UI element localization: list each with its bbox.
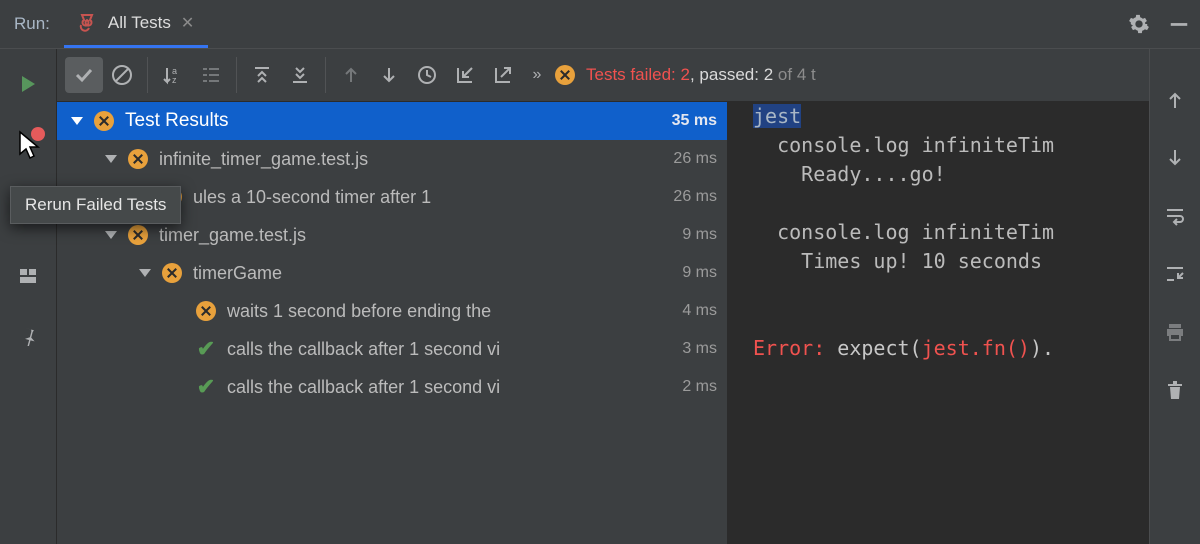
tree-node-duration: 3 ms <box>682 340 717 358</box>
pass-icon: ✔ <box>195 338 217 360</box>
clear-icon[interactable] <box>1158 373 1192 407</box>
minimize-icon[interactable] <box>1168 13 1190 35</box>
output-search-highlight: jest <box>753 104 801 128</box>
history-icon[interactable] <box>408 57 446 93</box>
show-ignored-toggle[interactable] <box>103 57 141 93</box>
close-icon[interactable]: ✕ <box>181 13 194 33</box>
tabbar: Run: All Tests ✕ <box>0 0 1200 49</box>
sort-icon[interactable]: az <box>154 57 192 93</box>
jest-icon <box>78 13 98 33</box>
scroll-end-icon[interactable] <box>1158 141 1192 175</box>
output-line: Ready....go! <box>753 160 1131 189</box>
next-icon[interactable] <box>370 57 408 93</box>
right-gutter <box>1149 49 1200 544</box>
console-output[interactable]: jest console.log infiniteTim Ready....go… <box>727 102 1149 544</box>
layout-icon[interactable] <box>11 259 45 293</box>
left-gutter <box>0 49 57 544</box>
status-text: Tests failed: 2, passed: 2 of 4 t <box>586 65 816 85</box>
tooltip: Rerun Failed Tests <box>10 186 181 224</box>
export-icon[interactable] <box>484 57 522 93</box>
output-line: console.log infiniteTim <box>753 131 1131 160</box>
tree-node-duration: 26 ms <box>673 188 717 206</box>
tree-node-label: waits 1 second before ending the <box>227 301 674 322</box>
print-icon[interactable] <box>1158 315 1192 349</box>
more-icon[interactable]: » <box>522 57 552 93</box>
cursor-icon <box>18 130 44 160</box>
tree-node-label: timerGame <box>193 263 674 284</box>
fail-icon <box>127 224 149 246</box>
collapse-all-icon[interactable] <box>281 57 319 93</box>
expand-all-icon[interactable] <box>243 57 281 93</box>
pass-icon: ✔ <box>195 376 217 398</box>
svg-text:z: z <box>172 75 177 85</box>
tree-node-duration: 2 ms <box>682 378 717 396</box>
scroll-to-end-icon[interactable] <box>1158 257 1192 291</box>
pin-icon[interactable] <box>11 319 45 353</box>
tree-node[interactable]: infinite_timer_game.test.js 26 ms <box>57 140 727 178</box>
tree-node-label: calls the callback after 1 second vi <box>227 377 674 398</box>
gear-icon[interactable] <box>1128 13 1150 35</box>
tree-node-label: ules a 10-second timer after 1 <box>193 187 665 208</box>
tree-node-duration: 26 ms <box>673 150 717 168</box>
fail-icon <box>127 148 149 170</box>
tree-node[interactable]: ✔ calls the callback after 1 second vi 3 m… <box>57 330 727 368</box>
tree-node-duration: 9 ms <box>682 264 717 282</box>
fail-icon <box>195 300 217 322</box>
scroll-start-icon[interactable] <box>1158 83 1192 117</box>
fail-icon <box>93 110 115 132</box>
output-line: console.log infiniteTim <box>753 218 1131 247</box>
tree-node-duration: 4 ms <box>682 302 717 320</box>
tree-root[interactable]: Test Results 35 ms <box>57 102 727 140</box>
tree-root-label: Test Results <box>125 110 664 132</box>
status-fail-icon <box>554 64 576 86</box>
test-tree[interactable]: Test Results 35 ms infinite_timer_game.t… <box>57 102 727 544</box>
toolbar: az <box>57 49 1149 102</box>
tree-node-duration: 9 ms <box>682 226 717 244</box>
output-line <box>753 305 1131 334</box>
tree-node-label: timer_game.test.js <box>159 225 674 246</box>
tree-root-duration: 35 ms <box>672 112 717 130</box>
softwrap-icon[interactable] <box>1158 199 1192 233</box>
output-line <box>753 189 1131 218</box>
output-line: Times up! 10 seconds <box>753 247 1131 276</box>
show-passed-toggle[interactable] <box>65 57 103 93</box>
tree-node-label: calls the callback after 1 second vi <box>227 339 674 360</box>
import-icon[interactable] <box>446 57 484 93</box>
prev-icon[interactable] <box>332 57 370 93</box>
tab-all-tests[interactable]: All Tests ✕ <box>64 0 208 48</box>
output-line <box>753 276 1131 305</box>
fail-icon <box>161 262 183 284</box>
tree-node-label: infinite_timer_game.test.js <box>159 149 665 170</box>
run-button[interactable] <box>11 67 45 101</box>
tree-node[interactable]: ✔ calls the callback after 1 second vi 2 m… <box>57 368 727 406</box>
tab-title: All Tests <box>108 13 171 33</box>
run-label: Run: <box>10 14 64 34</box>
suite-icon[interactable] <box>192 57 230 93</box>
tree-node[interactable]: timerGame 9 ms <box>57 254 727 292</box>
tree-node[interactable]: waits 1 second before ending the 4 ms <box>57 292 727 330</box>
